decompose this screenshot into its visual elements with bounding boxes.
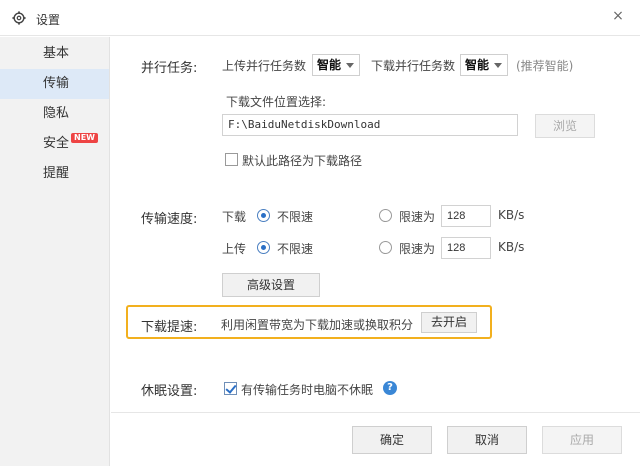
download-unlimited-label: 不限速	[277, 210, 314, 224]
download-path-input[interactable]: F:\BaiduNetdiskDownload	[222, 114, 518, 136]
download-location-label: 下载文件位置选择:	[226, 95, 327, 109]
upload-unlimited-label: 不限速	[277, 242, 314, 256]
parallel-section-label: 并行任务:	[141, 61, 198, 76]
browse-button[interactable]: 浏览	[535, 114, 595, 138]
sidebar-item-transfer[interactable]: 传输	[0, 69, 109, 99]
upload-parallel-select[interactable]: 智能	[312, 54, 360, 76]
download-unit-label: KB/s	[498, 208, 525, 222]
dialog-footer: 确定 取消 应用	[111, 412, 640, 466]
title-bar: 设置 ×	[0, 0, 640, 36]
sidebar-item-label: 安全	[43, 136, 70, 151]
new-badge: NEW	[71, 133, 98, 143]
sidebar: 基本 传输 隐私 安全 NEW 提醒	[0, 37, 110, 466]
sleep-section-label: 休眠设置:	[141, 384, 198, 399]
sidebar-item-reminder[interactable]: 提醒	[0, 159, 109, 189]
download-limit-input[interactable]: 128	[441, 205, 491, 227]
close-icon[interactable]: ×	[608, 6, 628, 26]
download-limit-radio[interactable]	[379, 209, 392, 222]
upload-speed-label: 上传	[222, 242, 247, 256]
apply-button[interactable]: 应用	[542, 426, 622, 454]
enable-boost-button[interactable]: 去开启	[421, 312, 477, 333]
download-parallel-select[interactable]: 智能	[460, 54, 508, 76]
sidebar-item-label: 基本	[43, 46, 70, 61]
download-unlimited-radio[interactable]	[257, 209, 270, 222]
upload-parallel-label: 上传并行任务数	[222, 59, 307, 73]
sidebar-item-security[interactable]: 安全 NEW	[0, 129, 109, 159]
ok-button[interactable]: 确定	[352, 426, 432, 454]
boost-description: 利用闲置带宽为下载加速或换取积分	[221, 318, 414, 332]
gear-icon	[12, 11, 26, 25]
no-sleep-label: 有传输任务时电脑不休眠	[241, 383, 374, 397]
sidebar-item-privacy[interactable]: 隐私	[0, 99, 109, 129]
settings-panel: 并行任务: 上传并行任务数 智能 下载并行任务数 智能 (推荐智能) 下载文件位…	[111, 37, 640, 411]
download-speed-label: 下载	[222, 210, 247, 224]
no-sleep-checkbox[interactable]	[224, 382, 237, 395]
sidebar-item-basic[interactable]: 基本	[0, 39, 109, 69]
upload-limit-label: 限速为	[399, 242, 436, 256]
download-parallel-label: 下载并行任务数	[371, 59, 456, 73]
speed-section-label: 传输速度:	[141, 212, 198, 227]
sidebar-item-label: 传输	[43, 76, 70, 91]
sidebar-item-label: 隐私	[43, 106, 70, 121]
upload-limit-input[interactable]: 128	[441, 237, 491, 259]
upload-limit-radio[interactable]	[379, 241, 392, 254]
chevron-down-icon	[346, 63, 354, 68]
default-path-checkbox[interactable]	[225, 153, 238, 166]
window-title: 设置	[36, 13, 61, 27]
upload-unit-label: KB/s	[498, 240, 525, 254]
cancel-button[interactable]: 取消	[447, 426, 527, 454]
download-parallel-value: 智能	[465, 58, 490, 72]
default-path-label: 默认此路径为下载路径	[242, 154, 363, 168]
sidebar-item-label: 提醒	[43, 166, 70, 181]
upload-unlimited-radio[interactable]	[257, 241, 270, 254]
chevron-down-icon	[494, 63, 502, 68]
advanced-settings-button[interactable]: 高级设置	[222, 273, 320, 297]
download-limit-label: 限速为	[399, 210, 436, 224]
question-icon[interactable]: ?	[383, 381, 397, 395]
boost-section-label: 下载提速:	[141, 320, 198, 335]
upload-parallel-value: 智能	[317, 58, 342, 72]
recommend-note: (推荐智能)	[516, 59, 574, 73]
